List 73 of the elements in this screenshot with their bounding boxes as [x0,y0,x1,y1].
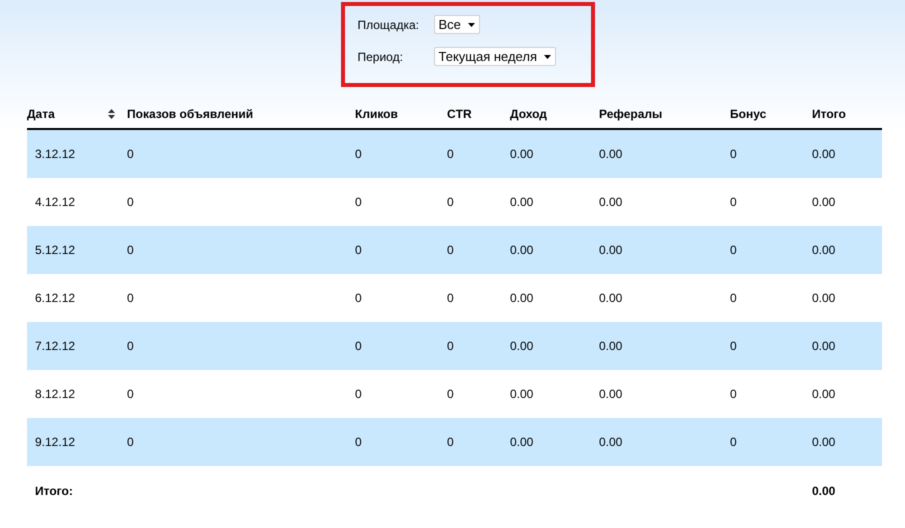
table-cell: 4.12.12 [35,195,76,209]
table-cell: 0 [447,243,454,257]
table-cell: 0 [730,243,737,257]
table-cell: 0 [447,339,454,353]
table-cell: 0 [730,147,737,161]
column-header: Бонус [730,106,766,122]
table-cell: 0 [355,291,362,305]
table-cell: 0 [730,435,737,449]
filter-label: Площадка: [358,16,420,34]
filter-dropdown[interactable]: Все [434,15,480,34]
filter-dropdown[interactable]: Текущая неделя [434,47,556,66]
table-cell: 0.00 [599,435,622,449]
table-cell: 0 [447,387,454,401]
table-cell: 6.12.12 [35,291,76,305]
column-header[interactable]: Дата [27,104,115,122]
table-cell: 0 [447,435,454,449]
table-cell: 0.00 [510,243,534,257]
table-cell: 0 [355,387,362,401]
table-cell: 8.12.12 [35,387,76,401]
table-cell: 0 [127,387,134,401]
table-cell: 0 [127,291,134,305]
table-cell: 0.00 [510,147,534,161]
filter-label: Период: [358,48,404,66]
table-cell: 0 [127,195,134,209]
table-cell: 0 [730,339,737,353]
table-cell: 0 [730,291,737,305]
table-cell: 0.00 [812,435,836,449]
table-cell: 0 [730,387,737,401]
table-cell: 0 [355,435,362,449]
dropdown-caret-icon [544,54,551,58]
table-cell: 0.00 [812,291,836,305]
table-cell: 0.00 [510,195,534,209]
table-cell: 0.00 [812,195,836,209]
column-header: Показов объявлений [127,106,254,122]
table-cell: 0.00 [599,243,622,257]
table-cell: 0.00 [510,291,534,305]
table-cell: 0 [730,195,737,209]
column-header: Доход [510,106,547,122]
table-cell: 0 [127,339,134,353]
table-cell: 0.00 [812,243,836,257]
table-cell: 0 [127,243,134,257]
table-cell: 0.00 [599,291,622,305]
table-cell: 0.00 [812,387,836,401]
table-cell: 0.00 [510,387,534,401]
table-cell: 0.00 [510,435,534,449]
table-cell: 0.00 [812,339,836,353]
table-cell: 7.12.12 [35,339,76,353]
dropdown-caret-icon [468,22,475,26]
table-cell: 0 [355,243,362,257]
table-cell: 0 [127,147,134,161]
total-value: 0.00 [812,483,836,500]
table-cell: 0 [127,435,134,449]
table-cell: 0 [447,291,454,305]
total-label: Итого: [35,484,73,498]
table-cell: 0.00 [599,195,622,209]
table-cell: 0.00 [599,339,622,353]
column-header: CTR [447,106,472,122]
table-cell: 3.12.12 [35,147,76,161]
column-header: Рефералы [599,106,662,122]
table-cell: 0 [447,147,454,161]
table-cell: 0.00 [812,147,836,161]
table-cell: 0 [355,147,362,161]
column-header: Итого [812,106,846,122]
table-cell: 0.00 [510,339,534,353]
table-cell: 0 [355,339,362,353]
table-cell: 5.12.12 [35,243,76,257]
table-cell: 0 [355,195,362,209]
column-header: Кликов [355,106,398,122]
table-cell: 0.00 [599,147,622,161]
table-cell: 9.12.12 [35,435,76,449]
sort-icon[interactable] [108,108,115,118]
table-cell: 0 [447,195,454,209]
table-cell: 0.00 [599,387,622,401]
